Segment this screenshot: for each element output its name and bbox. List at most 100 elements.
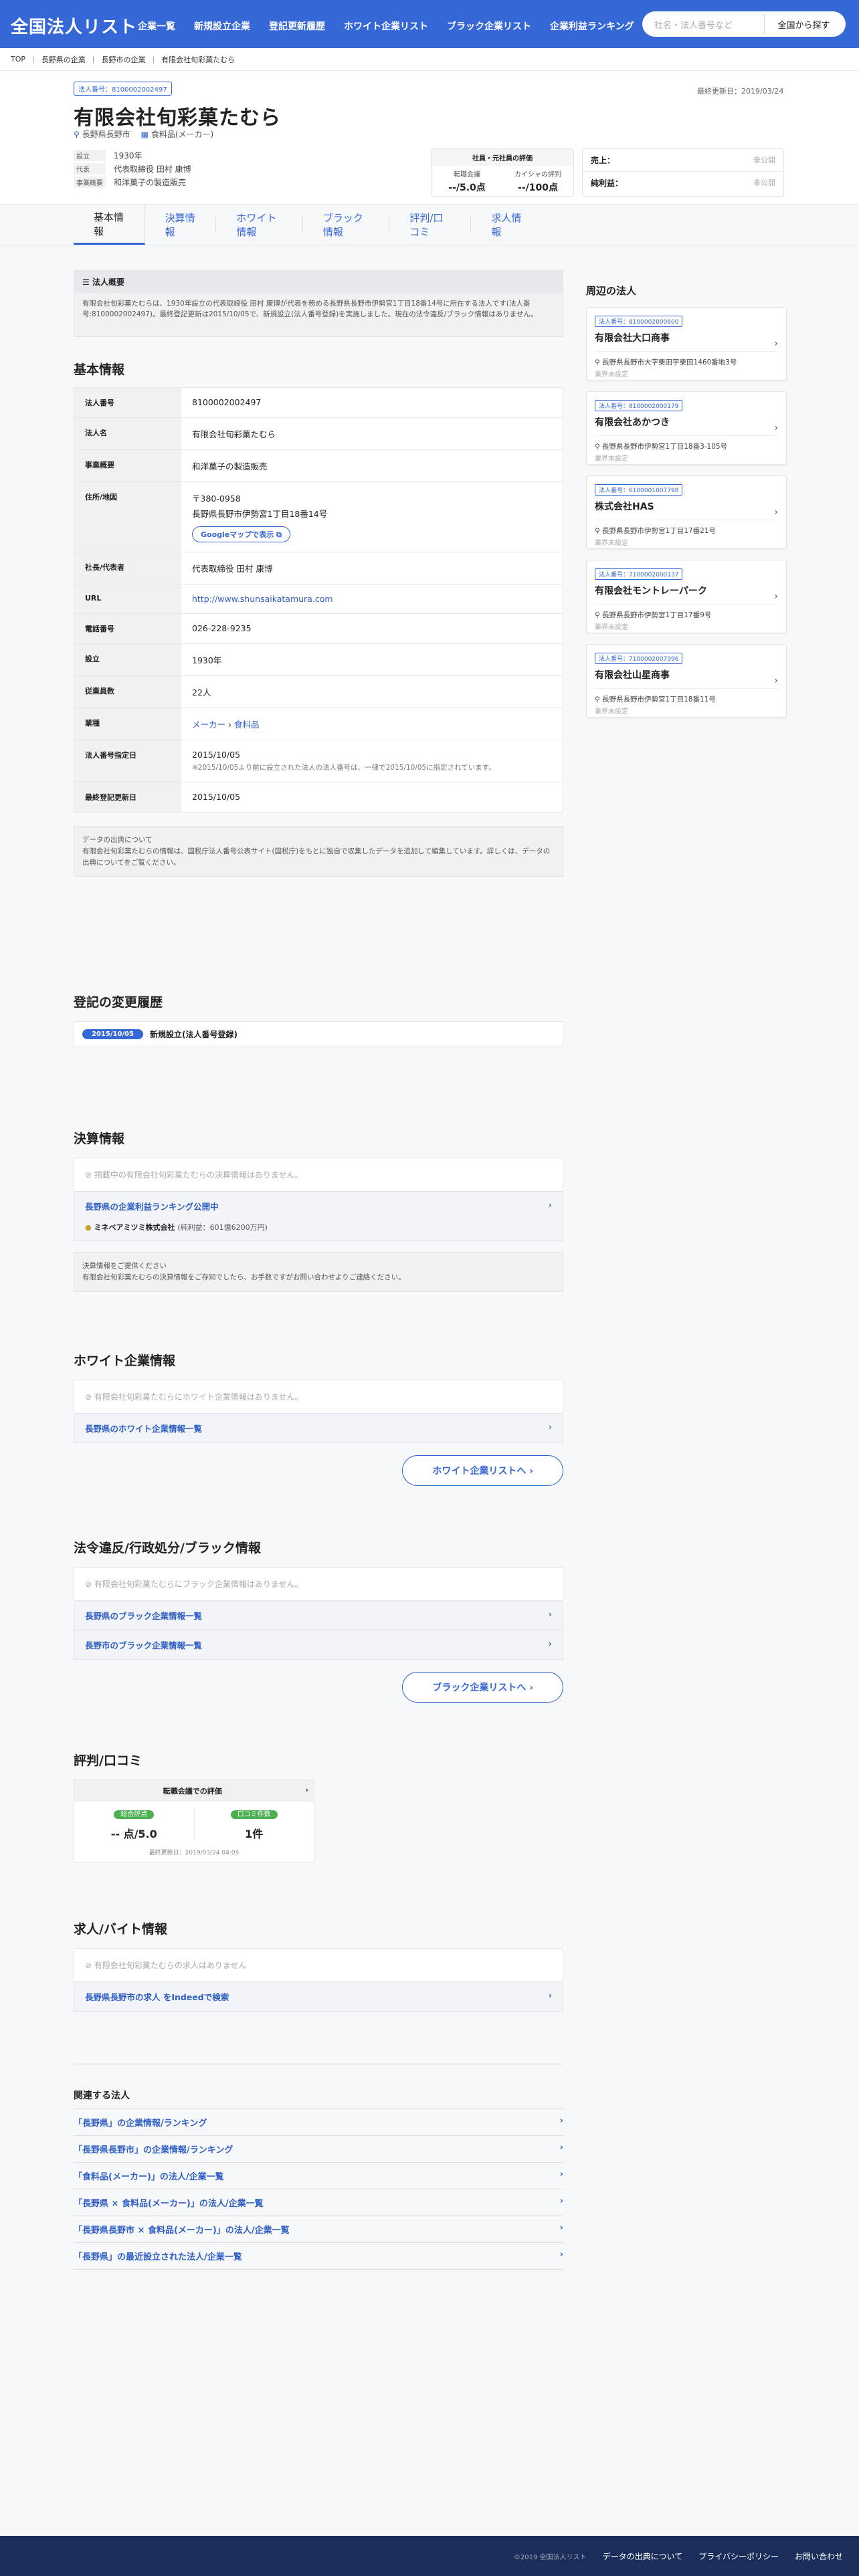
black-list-link[interactable]: 長野県のブラック企業情報一覧 › [74,1600,563,1630]
card-address: ⚲ 長野県長野市伊勢宮1丁目17番9号 [595,611,712,619]
card-corp-no: 法人番号：8100002000600 [595,316,683,327]
basic-info-section: 基本情報 法人番号 8100002002497 法人名 有限会社旬彩菓たむら 事業概… [74,360,563,877]
chevron-right-icon: › [559,2196,563,2206]
tab-basic[interactable]: 基本情報 [74,205,145,245]
nav-item[interactable]: 企業一覧 [138,19,175,33]
row-note: ※2015/10/05より前に設立された法人の法人番号は、一律で2015/10/… [192,764,496,772]
related-link[interactable]: 「長野県」の最近設立された法人/企業一覧 › [74,2243,563,2270]
tab-settlement[interactable]: 決算情報 [145,212,217,238]
pin-icon: ⚲ [74,130,80,139]
site-logo[interactable]: 全国法人リスト [11,13,137,38]
nav-item[interactable]: 登記更新履歴 [269,19,325,33]
fact-value: 和洋菓子の製造販売 [114,177,187,187]
fact-label: 設立 [74,149,106,161]
google-map-button[interactable]: Googleマップで表示 ⧉ [192,526,290,542]
white-list-link[interactable]: 長野県のホワイト企業情報一覧 › [74,1413,563,1442]
nav-item[interactable]: 企業利益ランキング [550,19,634,33]
eval-value: --/5.0点 [448,183,486,193]
score-value: -- 点/5.0 [110,1828,157,1840]
pin-icon: ⚲ [595,443,600,451]
row-value: 026-228-9235 [181,613,563,644]
basic-info-table: 法人番号 8100002002497 法人名 有限会社旬彩菓たむら 事業概要 和洋菓子… [74,387,563,813]
company-url-link[interactable]: http://www.shunsaikatamura.com [192,594,333,604]
external-link-icon: ⧉ [276,530,282,539]
nearby-card[interactable]: 法人番号：8100002000600 有限会社大口商事 ⚲ 長野県長野市大字栗田字栗… [586,307,787,381]
chevron-right-icon: › [548,1638,552,1648]
related-link[interactable]: 「長野県」の企業情報/ランキング › [74,2109,563,2136]
tab-jobs[interactable]: 求人情報 [471,212,542,238]
industry-link[interactable]: 食料品 [234,720,260,730]
category: ▦ 食料品(メーカー) [140,130,214,139]
summary-box: ☰ 法人概要 有限会社旬彩菓たむらは、1930年設立の代表取締役 田村 康博が代… [74,270,563,337]
row-label: 法人名 [74,417,181,450]
breadcrumb-item[interactable]: 長野県の企業 [41,54,86,65]
search-box: 社名・法人番号など 全国から探す [642,11,846,37]
nav-item[interactable]: 新規設立企業 [194,19,250,33]
ranking-first: ミネベアミツミ株式会社 [94,1223,175,1232]
search-input[interactable]: 社名・法人番号など [642,18,764,31]
pin-icon: ⚲ [595,358,600,366]
nearby-card[interactable]: 法人番号：8100002000179 有限会社あかつき ⚲ 長野県長野市伊勢宮1丁目… [586,391,787,465]
note-text: 有限会社旬彩菓たむらの情報は、国税庁法人番号公表サイト(国税庁)をもとに独自で収… [82,847,551,867]
crown-icon: ● [85,1223,92,1232]
breadcrumb-item[interactable]: TOP [11,55,25,64]
row-label: 業種 [74,708,181,740]
black-list-button[interactable]: ブラック企業リストへ › [402,1672,563,1703]
row-label: 最終登記更新日 [74,782,181,813]
breadcrumb: TOP | 長野県の企業 | 長野市の企業 | 有限会社旬彩菓たむら [0,48,859,71]
related-link[interactable]: 「食料品(メーカー)」の法人/企業一覧 › [74,2163,563,2189]
chevron-right-icon: › [548,1609,552,1619]
pin-icon: ⚲ [595,611,600,619]
tab-review[interactable]: 評判/口コミ [389,212,472,238]
search-button[interactable]: 全国から探す [764,14,843,34]
jobs-section: 求人/バイト情報 ⊘ 有限会社旬彩菓たむらの求人はありません 長野県長野市の求人… [74,1919,563,2012]
card-name: 株式会社HAS [595,500,778,520]
industry-link[interactable]: メーカー [192,720,225,730]
pin-icon: ⚲ [595,527,600,535]
ranking-link[interactable]: 長野県の企業利益ランキング公開中 › ● ミネベアミツミ株式会社 (純利益：601… [74,1191,563,1241]
footer-link[interactable]: お問い合わせ [795,2551,843,2562]
tab-white[interactable]: ホワイト情報 [216,212,303,238]
section-title: 求人/バイト情報 [74,1922,167,1937]
card-corp-no: 法人番号：8100002000179 [595,400,683,411]
review-card[interactable]: 転職会議での評価 › 総合評点 -- 点/5.0 口コミ件数 1件 最終更新日：20… [74,1780,314,1862]
card-address: ⚲ 長野県長野市伊勢宮1丁目18番11号 [595,695,716,704]
company-facts: 設立 1930年 代表 代表取締役 田村 康博 事業概要 和洋菓子の製造販売 [74,148,421,189]
company-header: 法人番号：8100002002497 最終更新日：2019/03/24 有限会社… [0,71,859,205]
list-icon: ☰ [82,278,90,287]
company-meta: ⚲ 長野県長野市 ▦ 食料品(メーカー) [74,128,213,140]
white-list-button[interactable]: ホワイト企業リストへ › [402,1455,563,1486]
card-name: 有限会社山星商事 [595,668,778,689]
nav-item[interactable]: ホワイト企業リスト [344,19,428,33]
empty-message: ⊘ 有限会社旬彩菓たむらにホワイト企業情報はありません。 [85,1392,303,1402]
separator-icon: | [152,55,155,64]
company-name: 有限会社旬彩菓たむら [74,106,281,130]
breadcrumb-item[interactable]: 長野市の企業 [101,54,145,65]
related-link[interactable]: 「長野県 × 食料品(メーカー)」の法人/企業一覧 › [74,2189,563,2216]
chevron-right-icon: › [559,2250,563,2260]
chevron-right-icon: › [774,507,778,518]
related-link[interactable]: 「長野県長野市 × 食料品(メーカー)」の法人/企業一覧 › [74,2216,563,2243]
nav-item[interactable]: ブラック企業リスト [447,19,531,33]
chevron-right-icon: › [774,338,778,349]
chevron-right-icon: › [548,1422,552,1432]
settlement-panel: ⊘ 掲載中の有限会社旬彩菓たむらの決算情報はありません。 長野県の企業利益ランキ… [74,1158,563,1241]
footer-link[interactable]: プライバシーポリシー [698,2551,779,2562]
chevron-right-icon: › [529,1683,533,1693]
footer-link[interactable]: データの出典について [603,2551,683,2562]
nearby-card[interactable]: 法人番号：7100002000137 有限会社モントレーパーク ⚲ 長野県長野市伊勢… [586,560,787,633]
corp-number-badge: 法人番号：8100002002497 [74,82,172,96]
empty-message: ⊘ 有限会社旬彩菓たむらの求人はありません [85,1961,247,1970]
review-section: 評判/口コミ 転職会議での評価 › 総合評点 -- 点/5.0 口コミ件数 1件 最… [74,1751,563,1862]
related-link[interactable]: 「長野県長野市」の企業情報/ランキング › [74,2136,563,2163]
fin-value: 非公開 [753,156,775,165]
nearby-card[interactable]: 法人番号：7100002007996 有限会社山星商事 ⚲ 長野県長野市伊勢宮1丁目… [586,644,787,718]
tab-black[interactable]: ブラック情報 [303,212,390,238]
nearby-card[interactable]: 法人番号：6100001007798 株式会社HAS ⚲ 長野県長野市伊勢宮1丁目1… [586,475,787,549]
card-address: ⚲ 長野県長野市伊勢宮1丁目17番21号 [595,527,716,535]
white-panel: ⊘ 有限会社旬彩菓たむらにホワイト企業情報はありません。 長野県のホワイト企業情… [74,1380,563,1443]
summary-title: ☰ 法人概要 [74,271,563,293]
indeed-search-link[interactable]: 長野県長野市の求人 をIndeedで検索 › [74,1981,563,2011]
section-title: 評判/口コミ [74,1753,142,1768]
black-list-link[interactable]: 長野市のブラック企業情報一覧 › [74,1630,563,1659]
